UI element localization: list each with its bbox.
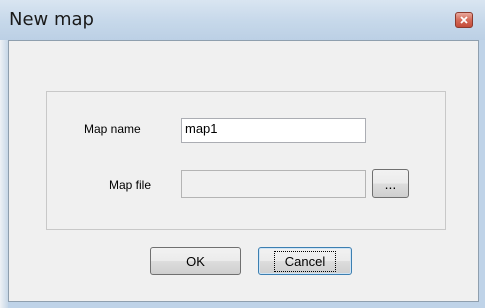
close-button[interactable] (455, 12, 473, 28)
cancel-button[interactable]: Cancel (258, 247, 352, 275)
title-bar[interactable]: New map (0, 0, 485, 40)
window-title: New map (9, 9, 94, 30)
close-icon (460, 16, 468, 24)
map-name-label: Map name (84, 122, 141, 136)
browse-label: ... (384, 175, 397, 192)
browse-button[interactable]: ... (372, 169, 409, 198)
map-file-label: Map file (109, 178, 152, 192)
cancel-label: Cancel (273, 250, 337, 272)
map-file-input[interactable] (181, 170, 366, 198)
dialog-body: Map name map1 Map file ... OK Cancel (8, 40, 479, 302)
form-group-box (46, 91, 446, 230)
ok-label: OK (186, 253, 205, 269)
map-name-input[interactable]: map1 (181, 118, 366, 143)
window-edge (0, 0, 8, 308)
new-map-dialog: New map Map name map1 Map file ... OK Ca… (0, 0, 485, 308)
ok-button[interactable]: OK (150, 247, 241, 275)
